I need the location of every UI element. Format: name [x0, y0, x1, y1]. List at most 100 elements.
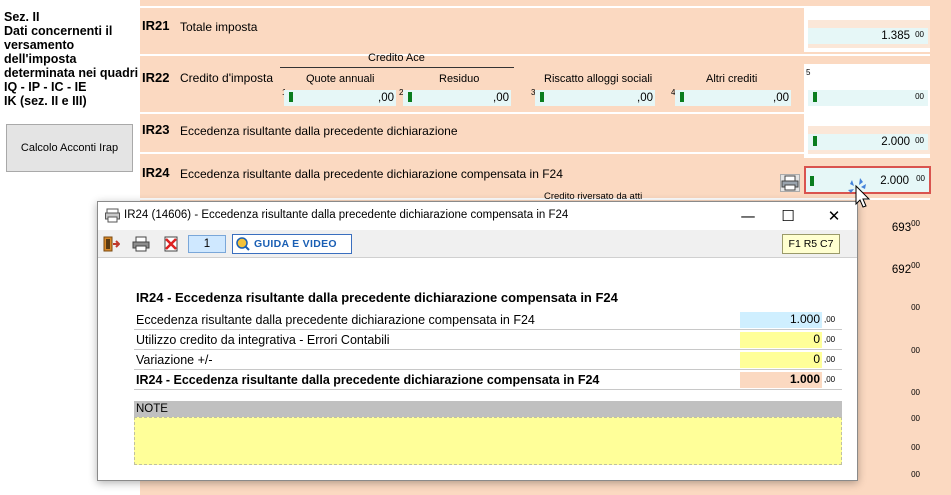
guida-label: GUIDA E VIDEO: [254, 238, 337, 250]
field-value: 2.000: [881, 136, 910, 148]
ir24-detail-dialog: IR24 (14606) - Eccedenza risultante dall…: [97, 201, 858, 481]
section-line: Sez. II: [4, 10, 40, 24]
field-marker: [813, 136, 817, 146]
right-value-cell[interactable]: 69200: [862, 261, 920, 276]
detail-total-row: IR24 - Eccedenza risultante dalla preced…: [134, 371, 842, 390]
field-marker: [810, 176, 814, 186]
detail-row: Utilizzo credito da integrativa - Errori…: [134, 331, 842, 350]
maximize-button[interactable]: ☐: [774, 205, 802, 227]
detail-row-decimals: ,00: [824, 315, 836, 324]
detail-row-label: Utilizzo credito da integrativa - Errori…: [136, 333, 390, 347]
detail-row-value[interactable]: 1.000: [740, 312, 822, 328]
mouse-cursor-icon: [848, 178, 871, 208]
group-underline: [280, 67, 514, 68]
cell-value: 692: [891, 263, 912, 276]
residuo-field[interactable]: ,00: [403, 90, 511, 106]
row-code-ir21: IR21: [142, 18, 170, 33]
delete-icon[interactable]: [162, 235, 180, 253]
field-marker: [680, 92, 684, 102]
row-label-ir21: Totale imposta: [180, 20, 258, 34]
field-reference-badge: F1 R5 C7: [782, 234, 840, 254]
altri-crediti-label: Altri crediti: [706, 73, 758, 85]
dialog-heading: IR24 - Eccedenza risultante dalla preced…: [136, 290, 618, 305]
field-marker: [540, 92, 544, 102]
detail-icon[interactable]: [780, 174, 800, 192]
row-code-ir22: IR22: [142, 70, 170, 85]
ir21-total-field[interactable]: 1.385 00: [808, 28, 928, 44]
notes-textarea[interactable]: [134, 417, 842, 465]
minimize-button[interactable]: —: [734, 205, 762, 227]
detail-row-value: 1.000: [740, 372, 822, 388]
field-marker: [813, 92, 817, 102]
help-video-icon: [236, 237, 250, 251]
exit-icon[interactable]: [102, 235, 120, 253]
right-value-cell[interactable]: 69300: [862, 219, 920, 234]
field-value: ,00: [493, 92, 509, 104]
app-icon: [105, 208, 120, 223]
cell-decimals: 00: [911, 346, 920, 355]
field-decimals: 00: [915, 136, 924, 145]
section-description: Sez. II Dati concernenti il versamento d…: [4, 10, 139, 108]
field-marker: [289, 92, 293, 102]
section-line: versamento: [4, 38, 75, 52]
row-divider: [140, 198, 930, 200]
guida-e-video-button[interactable]: GUIDA E VIDEO: [232, 234, 352, 254]
field-value: 2.000: [880, 175, 909, 187]
row-code-ir24: IR24: [142, 165, 170, 180]
right-value-cell[interactable]: 00: [862, 303, 920, 317]
field-decimals: 00: [915, 92, 924, 101]
ir22-total-field[interactable]: 00: [808, 90, 928, 106]
detail-row-label: IR24 - Eccedenza risultante dalla preced…: [136, 373, 600, 387]
cell-decimals: 00: [911, 219, 920, 228]
dialog-title: IR24 (14606) - Eccedenza risultante dall…: [124, 209, 569, 221]
detail-row: Variazione +/- 0 ,00: [134, 351, 842, 370]
detail-row-value[interactable]: 0: [740, 332, 822, 348]
field-marker: [408, 92, 412, 102]
riscatto-alloggi-field[interactable]: ,00: [535, 90, 655, 106]
cell-decimals: 00: [911, 388, 920, 397]
detail-row-decimals: ,00: [824, 335, 836, 344]
detail-row-value[interactable]: 0: [740, 352, 822, 368]
section-line: dell'imposta: [4, 52, 77, 66]
calcolo-acconti-irap-button[interactable]: Calcolo Acconti Irap: [6, 124, 133, 172]
cell-decimals: 00: [911, 470, 920, 479]
dialog-body: IR24 - Eccedenza risultante dalla preced…: [98, 259, 857, 480]
section-line: Dati concernenti il: [4, 24, 113, 38]
ir23-field[interactable]: 2.000 00: [808, 134, 928, 150]
page-number-field[interactable]: 1: [188, 235, 226, 253]
right-value-cell[interactable]: 00: [862, 388, 920, 402]
section-line: IQ - IP - IC - IE: [4, 80, 87, 94]
print-icon[interactable]: [132, 235, 150, 253]
right-value-cell[interactable]: 00: [862, 443, 920, 457]
cell-decimals: 00: [911, 261, 920, 270]
field-number: 5: [806, 68, 811, 77]
right-value-cell[interactable]: 00: [862, 414, 920, 428]
altri-crediti-field[interactable]: ,00: [675, 90, 791, 106]
row-label-ir24: Eccedenza risultante dalla precedente di…: [180, 167, 563, 181]
quote-annuali-field[interactable]: ,00: [284, 90, 396, 106]
row-divider: [140, 54, 930, 56]
field-decimals: 00: [915, 30, 924, 39]
row-code-ir23: IR23: [142, 122, 170, 137]
residuo-label: Residuo: [439, 73, 480, 85]
dialog-toolbar: 1 GUIDA E VIDEO F1 R5 C7: [98, 230, 857, 258]
section-line: IK (sez. II e III): [4, 94, 87, 108]
close-button[interactable]: ✕: [820, 205, 848, 227]
cell-decimals: 00: [911, 303, 920, 312]
field-value: ,00: [773, 92, 789, 104]
detail-row-label: Eccedenza risultante dalla precedente di…: [136, 313, 535, 327]
field-value: 1.385: [881, 30, 910, 42]
dialog-titlebar[interactable]: IR24 (14606) - Eccedenza risultante dall…: [98, 202, 857, 230]
field-value: ,00: [637, 92, 653, 104]
cell-decimals: 00: [911, 414, 920, 423]
notes-header: NOTE: [134, 401, 842, 417]
field-value: ,00: [378, 92, 394, 104]
right-value-cell[interactable]: 00: [862, 470, 920, 484]
right-value-cell[interactable]: 00: [862, 346, 920, 360]
cell-value: 693: [891, 221, 912, 234]
quote-annuali-label: Quote annuali: [306, 73, 375, 85]
riscatto-alloggi-label: Riscatto alloggi sociali: [544, 73, 653, 85]
cell-decimals: 00: [911, 443, 920, 452]
credito-ace-label: Credito Ace: [368, 52, 425, 64]
row-label-ir23: Eccedenza risultante dalla precedente di…: [180, 124, 458, 138]
